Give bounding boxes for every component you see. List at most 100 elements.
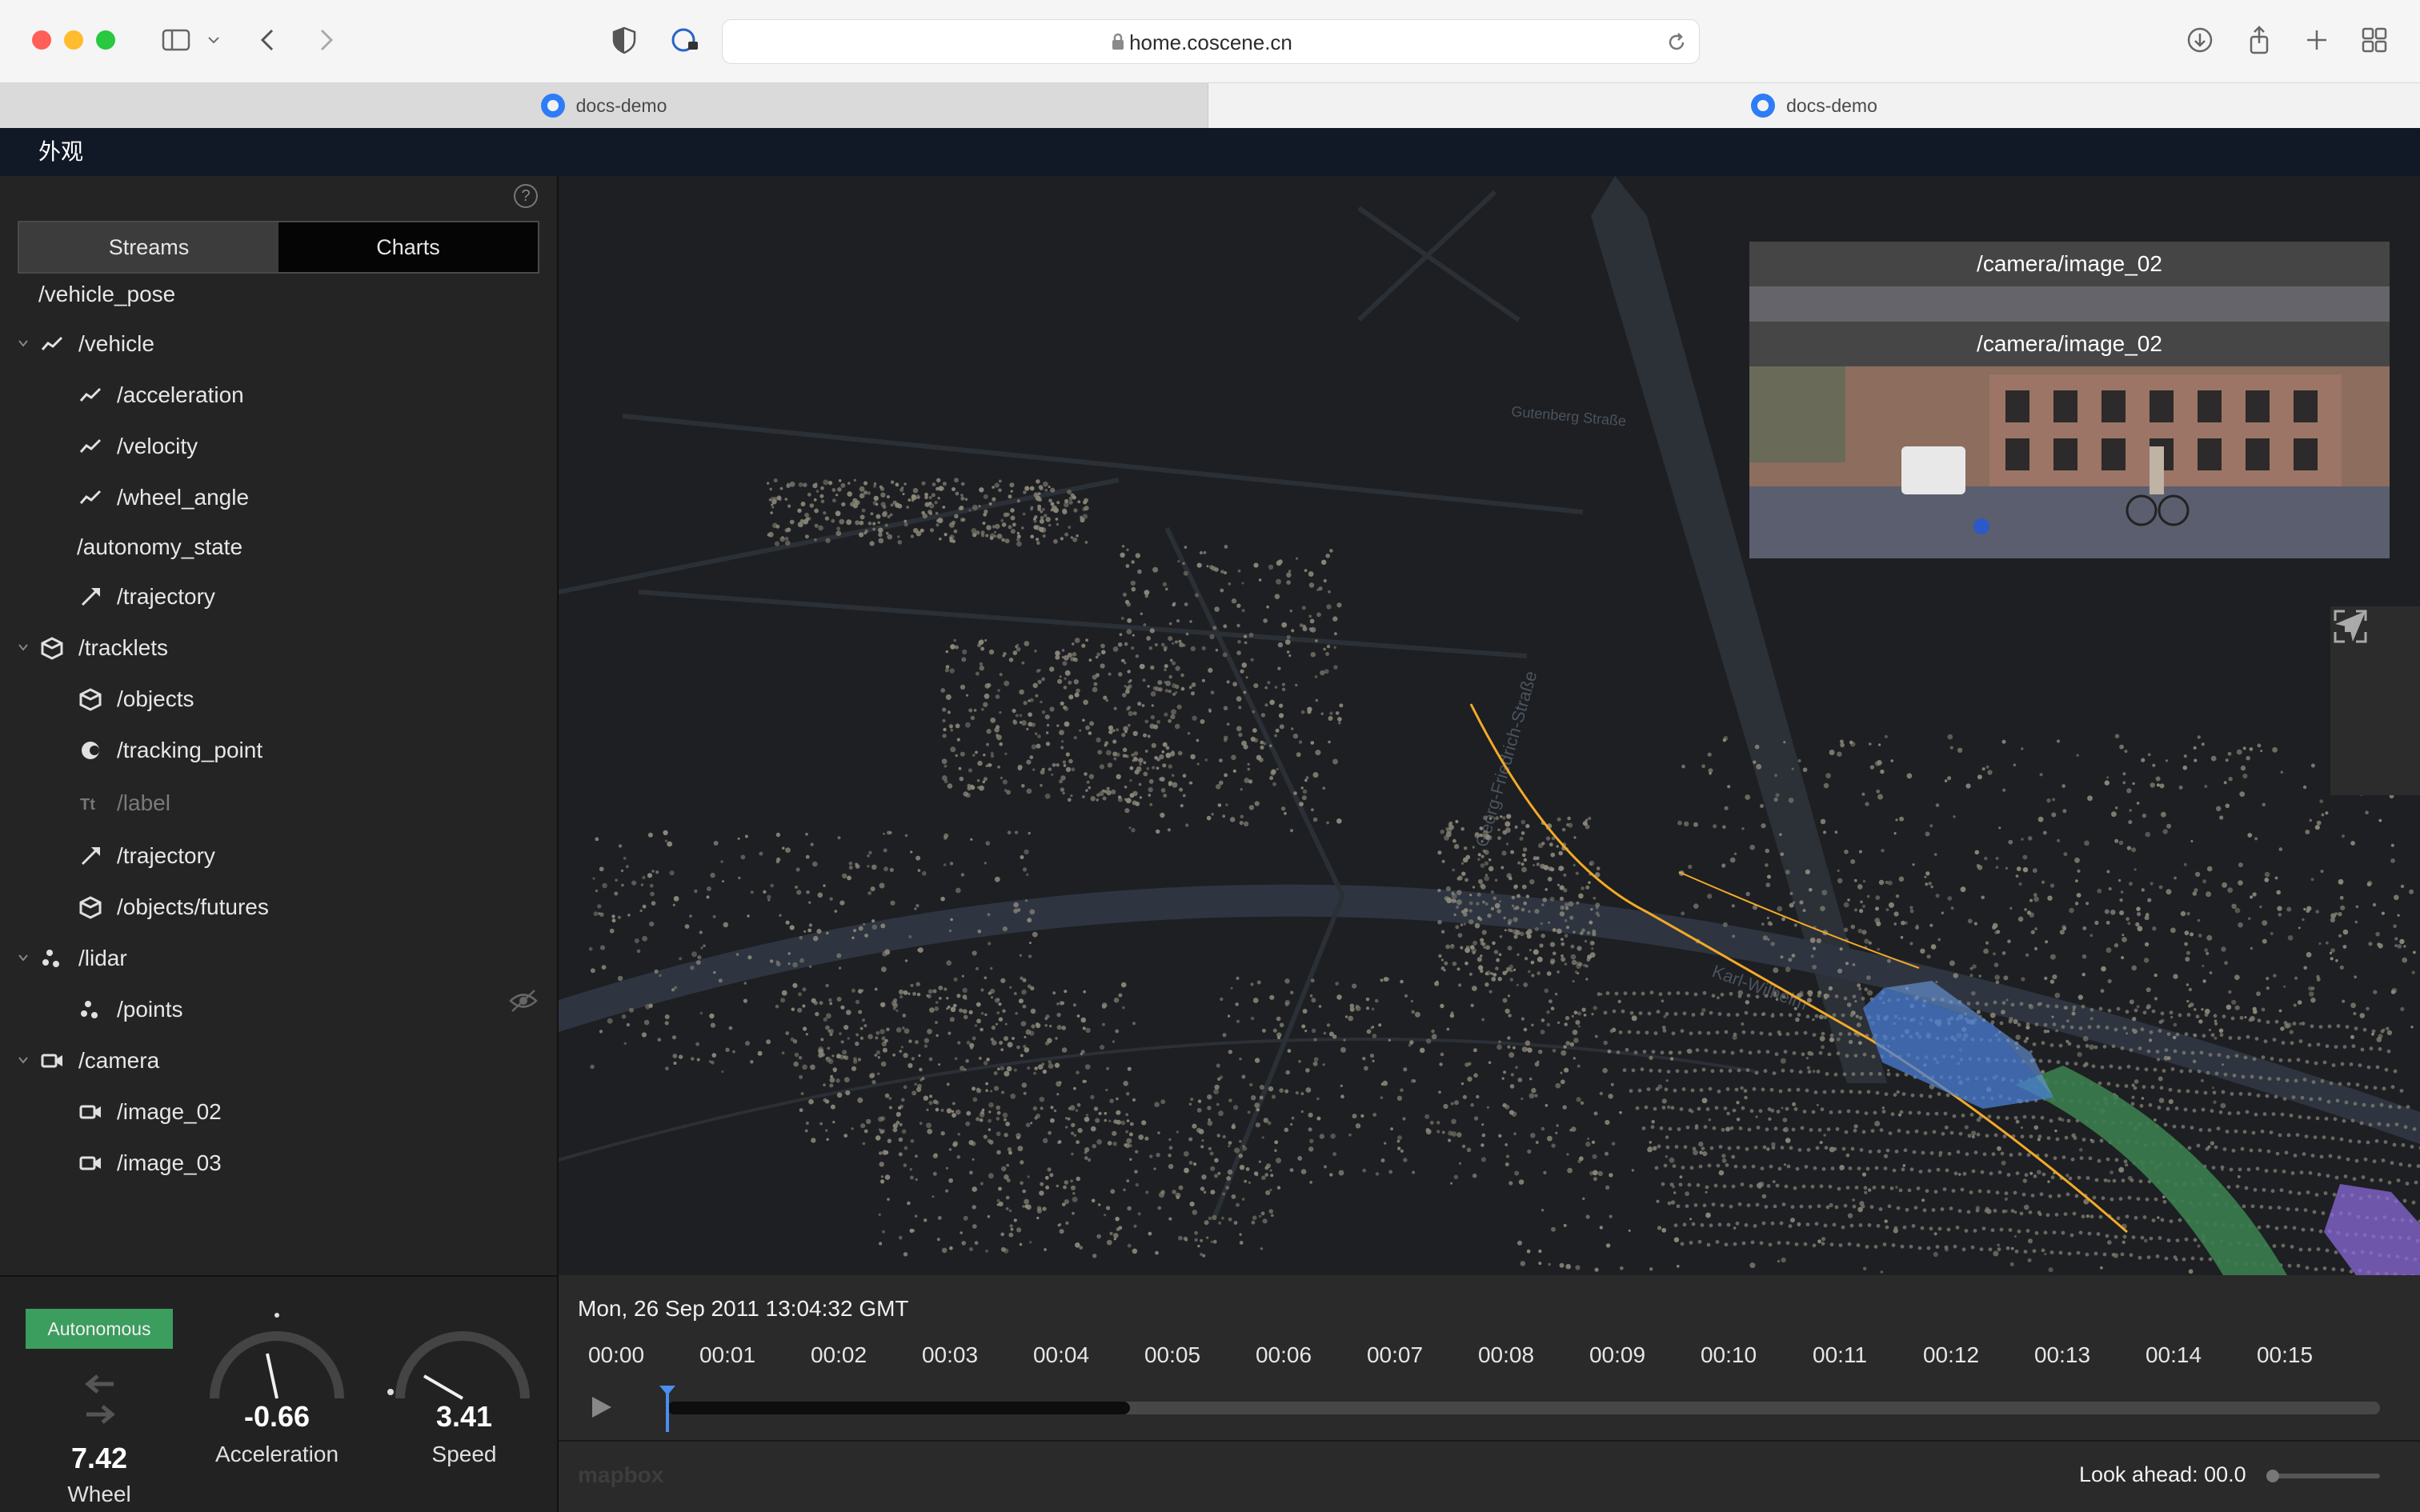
download-icon[interactable] — [2182, 21, 2218, 59]
street-label: Gutenberg Straße — [1511, 403, 1627, 429]
look-ahead-slider[interactable] — [2266, 1470, 2380, 1482]
timeline-track[interactable] — [667, 1402, 2380, 1414]
browser-tab[interactable]: docs-demo — [0, 83, 1208, 128]
3d-viewport[interactable]: Georg-Friedrich-Straße Karl-Wilhelm Gute… — [559, 176, 2420, 1275]
chevron-down-icon[interactable] — [18, 952, 29, 963]
chevron-down-icon[interactable] — [18, 1054, 29, 1066]
new-tab-icon[interactable] — [2298, 21, 2335, 59]
chevron-down-icon[interactable] — [18, 338, 29, 349]
autonomy-badge: Autonomous — [26, 1309, 173, 1349]
planned-path — [2015, 1066, 2287, 1275]
forward-arrow-icon[interactable] — [309, 21, 341, 59]
eye-hidden-icon[interactable] — [509, 989, 538, 1013]
timeline-tick: 00:11 — [1813, 1342, 1867, 1367]
maximize-window-button[interactable] — [96, 30, 115, 50]
future-object-box[interactable] — [2324, 1184, 2420, 1275]
line-chart-icon — [77, 382, 104, 409]
view-mode-toggle: Streams Charts — [18, 221, 539, 274]
reload-icon[interactable] — [1665, 31, 1688, 54]
stream-item[interactable]: /tracklets — [18, 624, 168, 672]
vehicle-metrics: Autonomous 7.42 Wheel -0.66 Acceleration… — [0, 1275, 559, 1512]
stream-item[interactable]: /vehicle_pose — [38, 270, 175, 318]
wheel-label: Wheel — [67, 1482, 131, 1506]
stream-item[interactable]: /lidar — [18, 934, 127, 982]
stream-item[interactable]: /vehicle — [18, 320, 154, 368]
stream-item[interactable]: Tt/label — [77, 779, 170, 827]
line-chart-icon — [77, 484, 104, 511]
playhead-handle[interactable] — [659, 1386, 675, 1432]
stream-item[interactable]: /image_02 — [77, 1088, 222, 1136]
video-icon — [38, 1047, 66, 1074]
stream-item[interactable]: /trajectory — [77, 573, 215, 621]
tab-streams[interactable]: Streams — [19, 222, 278, 272]
path-icon — [77, 583, 104, 610]
chevron-down-icon[interactable] — [18, 642, 29, 653]
timeline-tick: 00:01 — [699, 1342, 756, 1367]
stream-item[interactable]: /points — [77, 986, 183, 1034]
svg-text:Tt: Tt — [80, 796, 95, 814]
stream-item[interactable]: /autonomy_state — [77, 523, 242, 571]
browser-tab-active[interactable]: docs-demo — [1208, 83, 2420, 128]
stream-label: /wheel_angle — [117, 485, 250, 510]
stream-label: /autonomy_state — [77, 534, 243, 559]
look-ahead-knob[interactable] — [2266, 1470, 2279, 1482]
streams-sidebar: ? Streams Charts /vehicle_pose/vehicle/a… — [0, 176, 559, 1275]
timeline-tick: 00:09 — [1589, 1342, 1646, 1367]
stream-label: /vehicle — [78, 331, 154, 356]
text-icon: Tt — [77, 790, 104, 817]
video-icon — [77, 1098, 104, 1126]
password-lock-icon[interactable] — [666, 21, 704, 59]
timeline-tick: 00:14 — [2145, 1342, 2202, 1367]
timeline-tick: 00:02 — [810, 1342, 867, 1367]
stream-label: /points — [117, 997, 183, 1022]
camera-panel[interactable]: /camera/image_02 /camera/image_02 — [1749, 242, 2390, 558]
timeline-tick: 00:04 — [1032, 1342, 1090, 1367]
share-icon[interactable] — [2241, 21, 2278, 59]
stream-item[interactable]: /camera — [18, 1037, 160, 1085]
acceleration-gauge — [210, 1313, 344, 1399]
url-text[interactable]: home.coscene.cn — [723, 20, 1699, 65]
stream-label: /acceleration — [117, 382, 244, 407]
timeline-tick: 00:07 — [1366, 1342, 1424, 1367]
stream-item[interactable]: /wheel_angle — [77, 474, 249, 522]
timeline-tick: 00:12 — [1922, 1342, 1980, 1367]
sidebar-toggle-icon[interactable] — [154, 21, 198, 59]
timeline-panel: Mon, 26 Sep 2011 13:04:32 GMT 00:00 00:01… — [559, 1275, 2420, 1512]
close-window-button[interactable] — [32, 30, 51, 50]
minimize-window-button[interactable] — [64, 30, 83, 50]
mapbox-logo: mapbox — [578, 1462, 664, 1487]
shield-icon[interactable] — [607, 21, 642, 59]
help-icon[interactable]: ? — [514, 184, 538, 208]
stream-item[interactable]: /tracking_point — [77, 726, 262, 774]
tab-charts[interactable]: Charts — [278, 222, 538, 272]
tab-strip: docs-demo docs-demo — [0, 83, 2420, 128]
stream-item[interactable]: /objects/futures — [77, 883, 269, 931]
stream-label: /camera — [78, 1048, 160, 1073]
stream-item[interactable]: /image_03 — [77, 1139, 222, 1187]
timeline-tick: 00:15 — [2256, 1342, 2314, 1367]
stream-label: /objects — [117, 686, 194, 711]
play-icon[interactable] — [587, 1394, 615, 1421]
acceleration-value: -0.66 — [243, 1400, 311, 1433]
stream-label: /trajectory — [117, 584, 215, 609]
current-datetime: Mon, 26 Sep 2011 13:04:32 GMT — [578, 1296, 909, 1321]
stream-label: /label — [117, 790, 170, 815]
video-icon — [77, 1150, 104, 1177]
navigate-icon[interactable] — [2330, 611, 2420, 795]
path-icon — [77, 842, 104, 870]
stream-label: /lidar — [78, 946, 127, 970]
panel-title: 外观 — [38, 139, 84, 164]
stream-item[interactable]: /acceleration — [77, 371, 244, 419]
stream-item[interactable]: /velocity — [77, 422, 198, 470]
timeline-tick: 00:05 — [1144, 1342, 1201, 1367]
points-icon — [77, 996, 104, 1023]
address-bar[interactable]: home.coscene.cn — [722, 19, 1700, 64]
timeline-tick: 00:06 — [1255, 1342, 1312, 1367]
back-arrow-icon[interactable] — [253, 21, 285, 59]
stream-label: /vehicle_pose — [38, 282, 176, 306]
chevron-down-icon[interactable] — [202, 21, 226, 59]
stream-item[interactable]: /trajectory — [77, 832, 215, 880]
camera-title: /camera/image_02 — [1749, 242, 2390, 286]
stream-item[interactable]: /objects — [77, 675, 194, 723]
tab-overview-icon[interactable] — [2356, 21, 2393, 59]
